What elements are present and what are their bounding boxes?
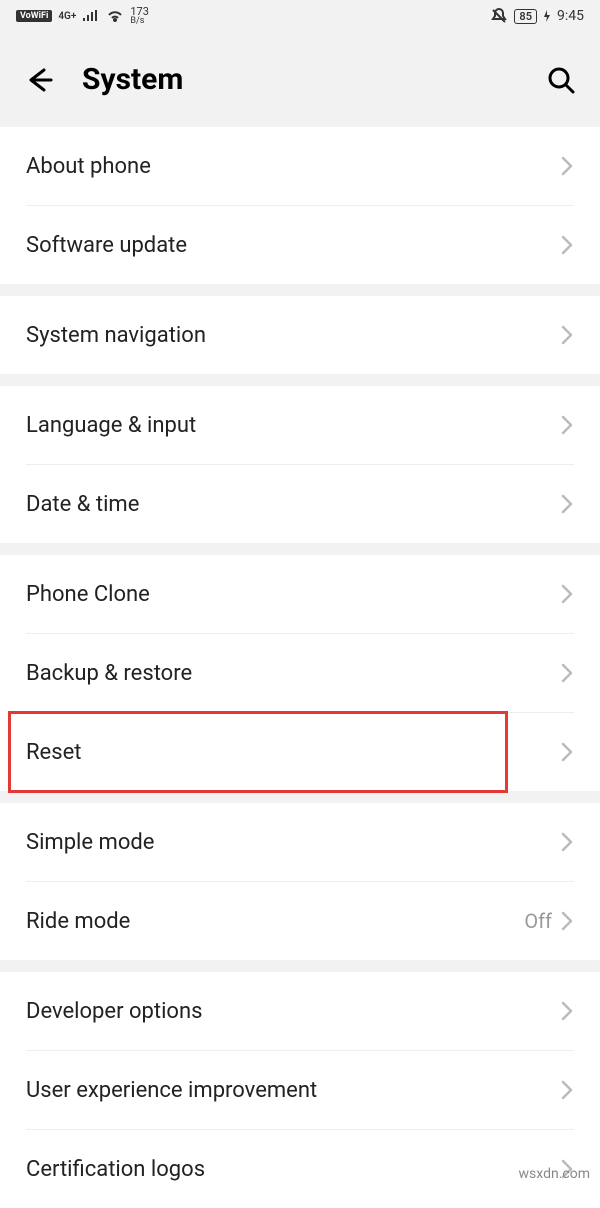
page-title: System	[82, 62, 518, 97]
settings-section: About phone Software update	[0, 127, 600, 284]
settings-row-date-time[interactable]: Date & time	[0, 465, 600, 543]
settings-row-developer-options[interactable]: Developer options	[0, 972, 600, 1050]
row-label: User experience improvement	[26, 1078, 560, 1103]
status-left: VoWiFi 4G+ 173 B/s	[16, 6, 149, 26]
signal-icon	[82, 9, 100, 23]
settings-row-phone-clone[interactable]: Phone Clone	[0, 555, 600, 633]
chevron-right-icon	[560, 662, 574, 684]
settings-row-reset[interactable]: Reset	[0, 713, 600, 791]
chevron-right-icon	[560, 414, 574, 436]
row-label: Date & time	[26, 492, 560, 517]
status-bar: VoWiFi 4G+ 173 B/s 85 9:45	[0, 0, 600, 32]
wifi-icon	[106, 9, 124, 23]
back-button[interactable]	[24, 65, 54, 95]
settings-row-backup-restore[interactable]: Backup & restore	[0, 634, 600, 712]
search-icon	[546, 65, 576, 95]
chevron-right-icon	[560, 741, 574, 763]
clock: 9:45	[557, 8, 584, 24]
row-label: Certification logos	[26, 1157, 560, 1182]
header: System	[0, 32, 600, 127]
charging-icon	[543, 9, 551, 23]
settings-row-certification-logos[interactable]: Certification logos	[0, 1130, 600, 1208]
row-label: Reset	[26, 740, 560, 765]
settings-row-simple-mode[interactable]: Simple mode	[0, 803, 600, 881]
chevron-right-icon	[560, 831, 574, 853]
speed-indicator: 173 B/s	[130, 6, 149, 26]
settings-row-user-experience-improvement[interactable]: User experience improvement	[0, 1051, 600, 1129]
chevron-right-icon	[560, 1000, 574, 1022]
row-label: Phone Clone	[26, 582, 560, 607]
chevron-right-icon	[560, 324, 574, 346]
chevron-right-icon	[560, 155, 574, 177]
settings-section: Developer options User experience improve…	[0, 972, 600, 1208]
network-indicator: 4G+	[58, 11, 76, 22]
row-value: Off	[524, 909, 552, 933]
status-right: 85 9:45	[490, 7, 584, 25]
settings-section: Language & input Date & time	[0, 386, 600, 543]
settings-row-software-update[interactable]: Software update	[0, 206, 600, 284]
settings-row-language-input[interactable]: Language & input	[0, 386, 600, 464]
row-label: System navigation	[26, 323, 560, 348]
settings-row-system-navigation[interactable]: System navigation	[0, 296, 600, 374]
chevron-right-icon	[560, 493, 574, 515]
vowifi-badge: VoWiFi	[16, 10, 52, 22]
row-label: Ride mode	[26, 909, 524, 934]
row-label: Software update	[26, 233, 560, 258]
row-label: Backup & restore	[26, 661, 560, 686]
back-arrow-icon	[24, 65, 54, 95]
battery-indicator: 85	[514, 9, 537, 24]
row-label: Developer options	[26, 999, 560, 1024]
watermark: wsxdn.com	[519, 1166, 590, 1182]
mute-icon	[490, 7, 508, 25]
chevron-right-icon	[560, 1079, 574, 1101]
chevron-right-icon	[560, 910, 574, 932]
settings-section: Simple mode Ride modeOff	[0, 803, 600, 960]
search-button[interactable]	[546, 65, 576, 95]
settings-section: Phone Clone Backup & restore Reset	[0, 555, 600, 791]
chevron-right-icon	[560, 583, 574, 605]
settings-section: System navigation	[0, 296, 600, 374]
settings-row-about-phone[interactable]: About phone	[0, 127, 600, 205]
settings-row-ride-mode[interactable]: Ride modeOff	[0, 882, 600, 960]
row-label: Language & input	[26, 413, 560, 438]
row-label: About phone	[26, 154, 560, 179]
chevron-right-icon	[560, 234, 574, 256]
row-label: Simple mode	[26, 830, 560, 855]
